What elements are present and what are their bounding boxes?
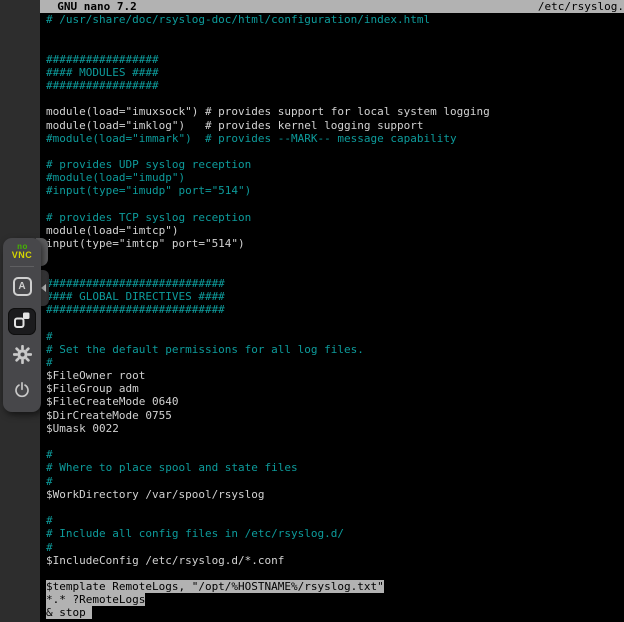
terminal-line: [40, 39, 624, 52]
novnc-logo-vnc: VNC: [12, 251, 33, 259]
terminal-line: #: [40, 541, 624, 554]
novnc-logo: no VNC: [12, 243, 33, 259]
terminal-line: # /usr/share/doc/rsyslog-doc/html/config…: [40, 13, 624, 26]
terminal-line: #input(type="imudp" port="514"): [40, 184, 624, 197]
terminal[interactable]: GNU nano 7.2 /etc/rsyslog. # /usr/share/…: [40, 0, 624, 622]
terminal-line: #: [40, 514, 624, 527]
terminal-line: ###########################: [40, 277, 624, 290]
terminal-line: $IncludeConfig /etc/rsyslog.d/*.conf: [40, 554, 624, 567]
terminal-line: #### GLOBAL DIRECTIVES ####: [40, 290, 624, 303]
terminal-line: # Include all config files in /etc/rsysl…: [40, 527, 624, 540]
terminal-line: ###########################: [40, 303, 624, 316]
novnc-control-bar: no VNC A: [3, 238, 41, 412]
terminal-line: [40, 435, 624, 448]
keyboard-button[interactable]: A: [8, 273, 36, 301]
terminal-line: [40, 26, 624, 39]
nano-titlebar: GNU nano 7.2 /etc/rsyslog.: [40, 0, 624, 13]
terminal-line: [40, 567, 624, 580]
terminal-line: $WorkDirectory /var/spool/rsyslog: [40, 488, 624, 501]
fullscreen-icon: [13, 311, 31, 332]
terminal-line: # provides UDP syslog reception: [40, 158, 624, 171]
nano-filename-label: /etc/rsyslog.: [538, 0, 624, 13]
terminal-line: $DirCreateMode 0755: [40, 409, 624, 422]
terminal-line: #: [40, 356, 624, 369]
terminal-line: [40, 145, 624, 158]
terminal-line: module(load="imklog") # provides kernel …: [40, 119, 624, 132]
terminal-line: #: [40, 475, 624, 488]
keyboard-a-icon: A: [13, 277, 32, 296]
terminal-line: #################: [40, 53, 624, 66]
nano-version-label: GNU nano 7.2: [44, 0, 137, 13]
settings-button[interactable]: [8, 342, 36, 370]
terminal-line: *.* ?RemoteLogs: [40, 593, 624, 606]
terminal-line: input(type="imtcp" port="514"): [40, 237, 624, 250]
terminal-line: [40, 198, 624, 211]
terminal-line: # Set the default permissions for all lo…: [40, 343, 624, 356]
terminal-line: # Where to place spool and state files: [40, 461, 624, 474]
terminal-line: #### MODULES ####: [40, 66, 624, 79]
terminal-line: #################: [40, 79, 624, 92]
terminal-line: [40, 92, 624, 105]
terminal-line: [40, 316, 624, 329]
terminal-line: [40, 501, 624, 514]
terminal-line: [40, 264, 624, 277]
terminal-line: $FileOwner root: [40, 369, 624, 382]
terminal-line: module(load="imuxsock") # provides suppo…: [40, 105, 624, 118]
terminal-line: #module(load="imudp"): [40, 171, 624, 184]
terminal-line: & stop: [40, 606, 624, 619]
chevron-left-icon: [41, 284, 46, 292]
vnc-screen: GNU nano 7.2 /etc/rsyslog. # /usr/share/…: [0, 0, 624, 622]
terminal-line: $FileCreateMode 0640: [40, 395, 624, 408]
panel-divider: [10, 266, 34, 267]
terminal-line: module(load="imtcp"): [40, 224, 624, 237]
terminal-body: # /usr/share/doc/rsyslog-doc/html/config…: [40, 13, 624, 620]
terminal-line: $template RemoteLogs, "/opt/%HOSTNAME%/r…: [40, 580, 624, 593]
terminal-line: #module(load="immark") # provides --MARK…: [40, 132, 624, 145]
terminal-line: $Umask 0022: [40, 422, 624, 435]
terminal-line: $FileGroup adm: [40, 382, 624, 395]
terminal-line: [40, 250, 624, 263]
power-button[interactable]: [8, 377, 36, 405]
terminal-line: #: [40, 448, 624, 461]
terminal-line: # provides TCP syslog reception: [40, 211, 624, 224]
terminal-line: #: [40, 330, 624, 343]
gear-icon: [13, 345, 32, 367]
power-icon: [13, 381, 31, 402]
fullscreen-button[interactable]: [8, 308, 36, 336]
